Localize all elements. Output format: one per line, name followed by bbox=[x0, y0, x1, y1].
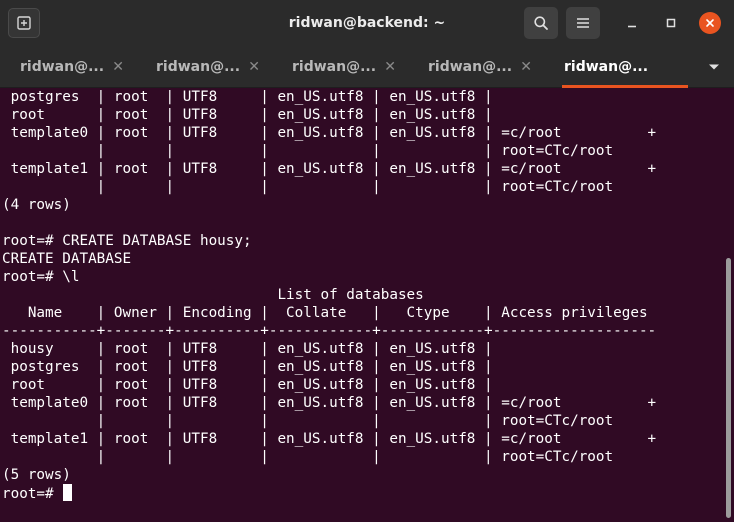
scrollbar[interactable] bbox=[723, 88, 734, 522]
tab-label: ridwan@... bbox=[156, 59, 241, 75]
tab-list-dropdown[interactable] bbox=[700, 46, 728, 88]
close-button[interactable] bbox=[699, 12, 721, 34]
tab-1[interactable]: ridwan@... ✕ bbox=[0, 46, 136, 88]
tab-label: ridwan@... bbox=[292, 59, 377, 75]
menu-button[interactable] bbox=[566, 7, 600, 39]
tab-close-icon[interactable]: ✕ bbox=[384, 46, 396, 88]
close-icon bbox=[706, 19, 714, 27]
search-icon bbox=[534, 16, 548, 30]
terminal-text: postgres | root | UTF8 | en_US.utf8 | en… bbox=[2, 89, 657, 483]
minimize-icon bbox=[628, 25, 636, 28]
title-bar[interactable]: ridwan@backend: ~ bbox=[0, 0, 734, 46]
chevron-down-icon bbox=[709, 64, 719, 70]
tab-label: ridwan@... bbox=[20, 59, 105, 75]
minimize-button[interactable] bbox=[621, 12, 643, 34]
tab-2[interactable]: ridwan@... ✕ bbox=[136, 46, 272, 88]
terminal-output[interactable]: postgres | root | UTF8 | en_US.utf8 | en… bbox=[0, 88, 722, 522]
tab-close-icon[interactable]: ✕ bbox=[248, 46, 260, 88]
tab-4[interactable]: ridwan@... ✕ bbox=[408, 46, 544, 88]
tab-close-icon[interactable]: ✕ bbox=[112, 46, 124, 88]
terminal-window: ridwan@backend: ~ ridwan@... ✕ ridwan@..… bbox=[0, 0, 734, 522]
tab-bar: ridwan@... ✕ ridwan@... ✕ ridwan@... ✕ r… bbox=[0, 46, 734, 88]
tab-label: ridwan@... bbox=[428, 59, 513, 75]
hamburger-menu-icon bbox=[577, 18, 589, 28]
search-button[interactable] bbox=[524, 7, 558, 39]
scrollbar-thumb[interactable] bbox=[726, 258, 731, 518]
tab-3[interactable]: ridwan@... ✕ bbox=[272, 46, 408, 88]
tab-close-icon[interactable]: ✕ bbox=[520, 46, 532, 88]
tab-5-active[interactable]: ridwan@... bbox=[544, 46, 694, 88]
tab-label: ridwan@... bbox=[564, 59, 649, 75]
maximize-button[interactable] bbox=[660, 12, 682, 34]
terminal-prompt-line[interactable]: root=# bbox=[0, 484, 722, 503]
maximize-icon bbox=[666, 18, 676, 28]
text-cursor bbox=[63, 484, 73, 501]
terminal-prompt: root=# bbox=[2, 486, 63, 502]
